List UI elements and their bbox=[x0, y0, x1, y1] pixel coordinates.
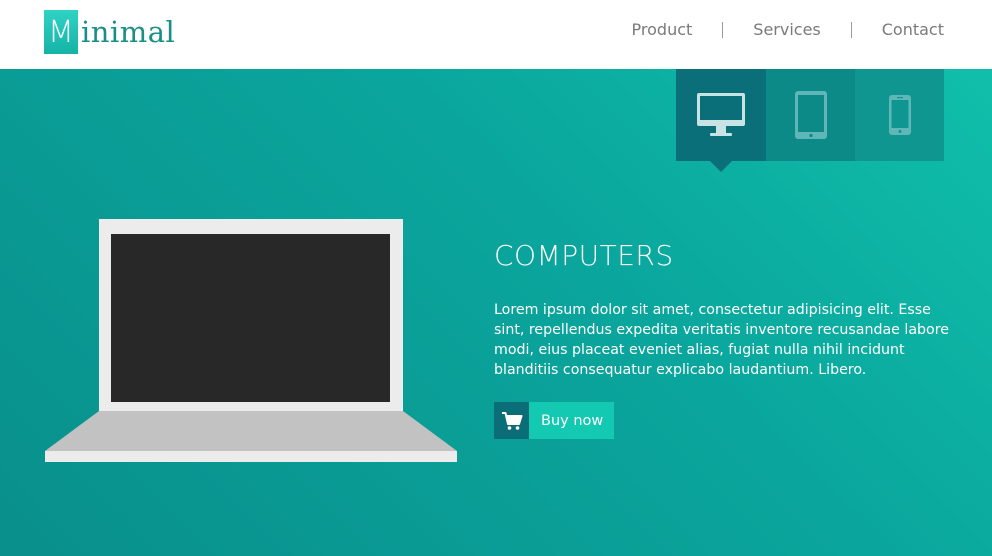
product-description: Lorem ipsum dolor sit amet, consectetur … bbox=[494, 302, 949, 378]
main-nav: Product Services Contact bbox=[632, 20, 944, 39]
cart-icon bbox=[494, 402, 529, 439]
nav-divider bbox=[722, 21, 724, 38]
tablet-icon bbox=[794, 91, 827, 139]
device-tabs bbox=[676, 69, 944, 172]
nav-link-contact[interactable]: Contact bbox=[882, 20, 944, 39]
buy-now-button[interactable]: Buy now bbox=[494, 402, 615, 439]
page-title: COMPUTERS bbox=[494, 239, 674, 272]
phone-icon bbox=[888, 95, 911, 135]
buy-now-label: Buy now bbox=[529, 402, 615, 439]
tab-phone[interactable] bbox=[855, 69, 944, 161]
tab-desktop[interactable] bbox=[676, 69, 766, 172]
nav-link-product[interactable]: Product bbox=[632, 20, 693, 39]
hero-section: COMPUTERS Lorem ipsum dolor sit amet, co… bbox=[0, 69, 992, 556]
active-tab-pointer bbox=[710, 161, 732, 172]
logo-wordmark: inimal bbox=[81, 15, 176, 49]
nav-divider bbox=[850, 21, 852, 38]
logo[interactable]: M inimal bbox=[44, 10, 175, 54]
product-content: COMPUTERS Lorem ipsum dolor sit amet, co… bbox=[494, 239, 954, 439]
tab-tablet[interactable] bbox=[766, 69, 855, 161]
laptop-illustration bbox=[45, 219, 457, 462]
site-header: M inimal Product Services Contact bbox=[0, 0, 992, 69]
desktop-icon bbox=[697, 93, 745, 136]
logo-letter: M bbox=[44, 10, 78, 54]
nav-link-services[interactable]: Services bbox=[753, 20, 820, 39]
